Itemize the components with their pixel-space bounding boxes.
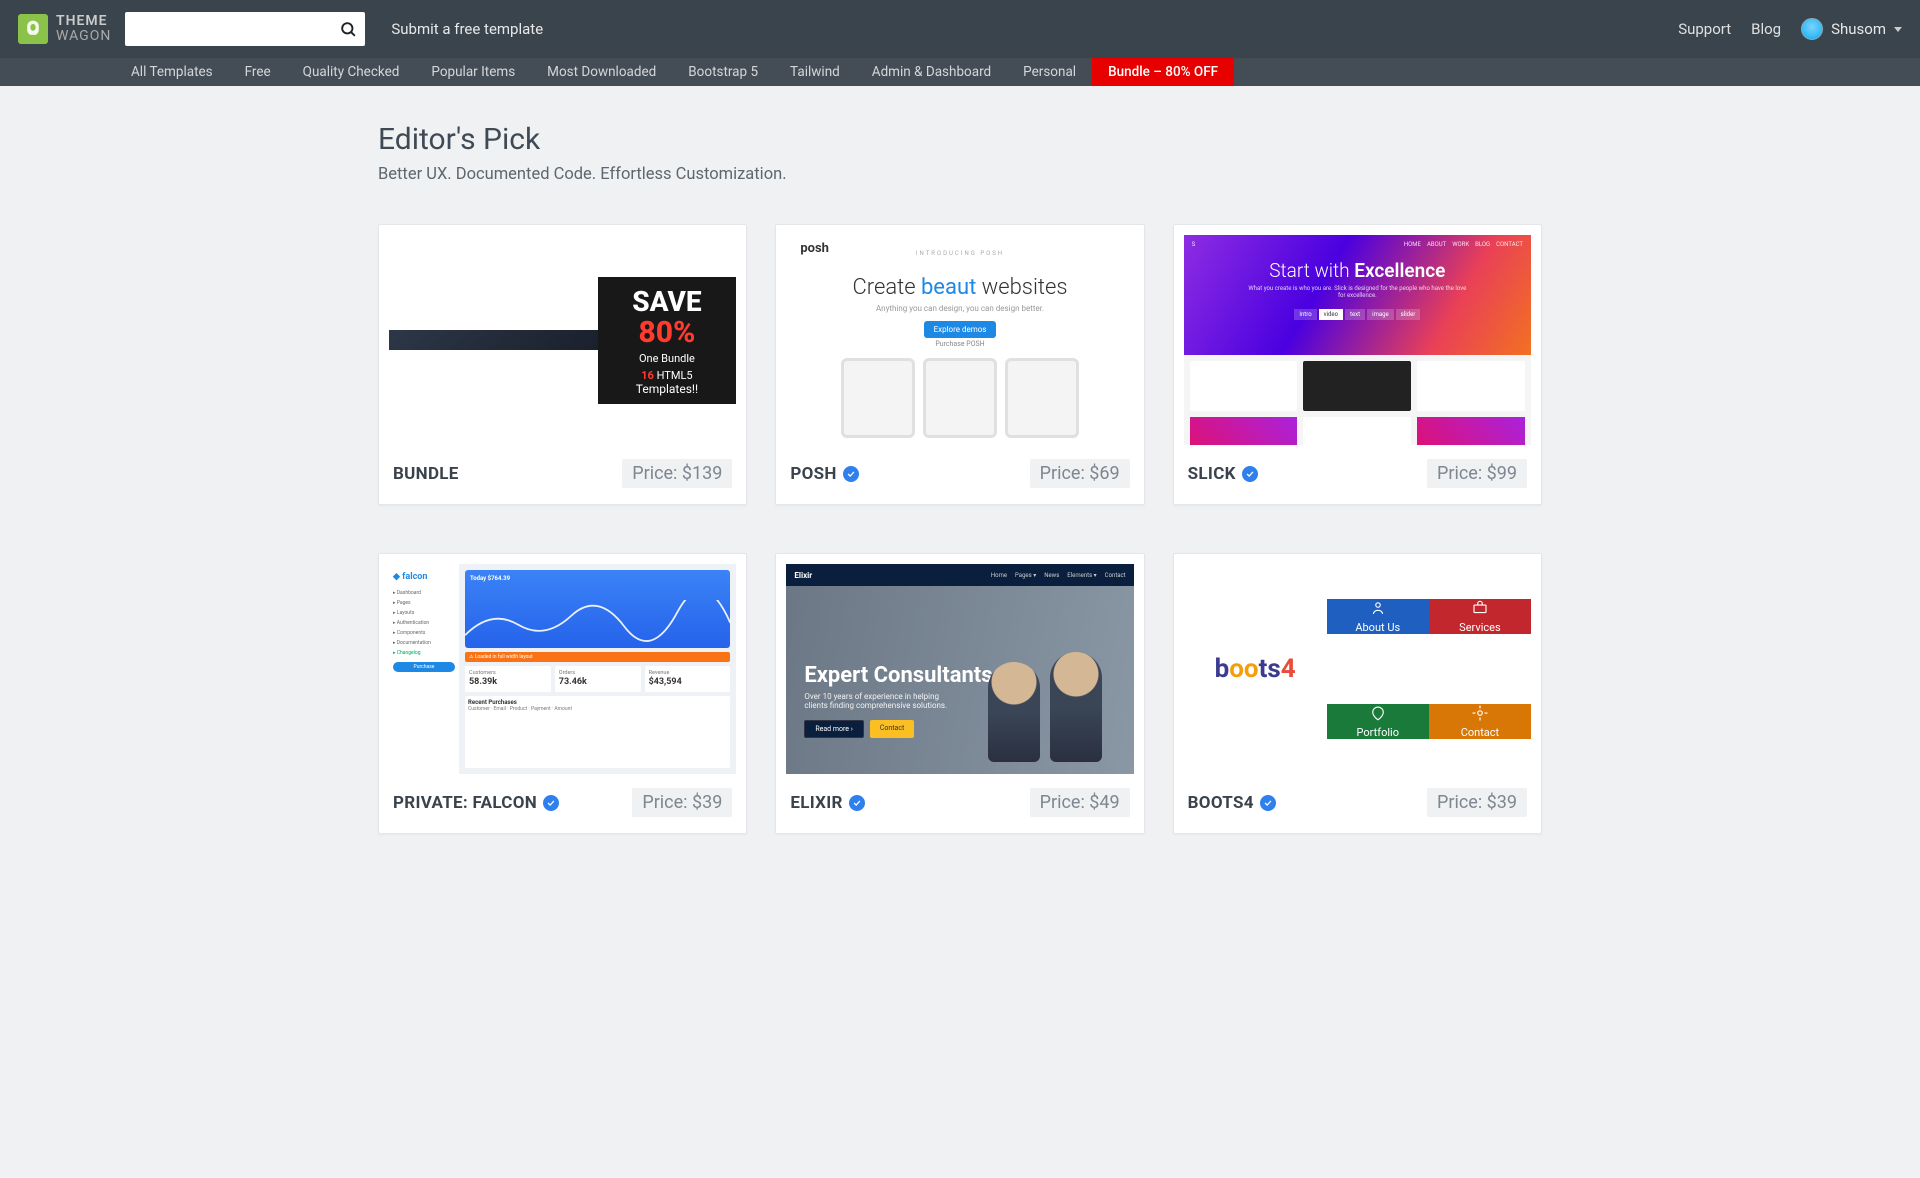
card-footer: BOOTS4 Price: $39 [1174,774,1541,833]
brand-mark-icon [18,14,48,44]
user-menu[interactable]: Shusom [1801,18,1902,40]
nav-item-7[interactable]: Admin & Dashboard [856,58,1007,86]
template-card[interactable]: ◆ falcon▸ Dashboard▸ Pages▸ Layouts▸ Aut… [378,553,747,834]
nav-item-9[interactable]: Bundle – 80% OFF [1092,58,1234,86]
template-card[interactable]: SHOMEABOUTWORKBLOGCONTACT Start with Exc… [1173,224,1542,505]
search-box [125,12,365,46]
nav-item-8[interactable]: Personal [1007,58,1092,86]
card-footer: PRIVATE: FALCON Price: $39 [379,774,746,833]
chevron-down-icon [1894,27,1902,32]
card-footer: POSH Price: $69 [776,445,1143,504]
avatar-icon [1801,18,1823,40]
nav-item-5[interactable]: Bootstrap 5 [672,58,774,86]
nav-item-1[interactable]: Free [229,58,287,86]
nav-item-4[interactable]: Most Downloaded [531,58,672,86]
template-card[interactable]: posh INTRODUCING POSH Create beaut websi… [775,224,1144,505]
template-price: Price: $99 [1427,459,1527,488]
template-name: SLICK [1188,464,1236,484]
search-icon[interactable] [331,20,365,39]
card-footer: ELIXIR Price: $49 [776,774,1143,833]
search-input[interactable] [125,21,331,37]
nav-item-6[interactable]: Tailwind [774,58,856,86]
verified-badge-icon [1260,795,1276,811]
nav-item-3[interactable]: Popular Items [415,58,531,86]
template-price: Price: $39 [632,788,732,817]
page-title: Editor's Pick [378,122,1542,157]
nav-item-0[interactable]: All Templates [115,58,229,86]
nav-item-2[interactable]: Quality Checked [287,58,416,86]
template-price: Price: $139 [622,459,732,488]
verified-badge-icon [843,466,859,482]
verified-badge-icon [1242,466,1258,482]
template-name: BOOTS4 [1188,793,1254,813]
card-footer: SLICK Price: $99 [1174,445,1541,504]
card-footer: BUNDLE Price: $139 [379,445,746,504]
template-price: Price: $49 [1030,788,1130,817]
template-name: ELIXIR [790,793,842,813]
verified-badge-icon [543,795,559,811]
brand-logo[interactable]: THEME WAGON [18,14,111,44]
support-link[interactable]: Support [1678,20,1731,38]
submit-template-link[interactable]: Submit a free template [391,20,543,38]
template-name: BUNDLE [393,464,459,484]
template-grid: SAVE80%One Bundle16 HTML5Templates!! BUN… [378,224,1542,834]
template-price: Price: $39 [1427,788,1527,817]
template-card[interactable]: ElixirHomePages ▾NewsElements ▾Contact E… [775,553,1144,834]
page-subtitle: Better UX. Documented Code. Effortless C… [378,165,1542,184]
template-name: POSH [790,464,836,484]
template-card[interactable]: boots4 About Us Services Portfolio Conta… [1173,553,1542,834]
template-card[interactable]: SAVE80%One Bundle16 HTML5Templates!! BUN… [378,224,747,505]
verified-badge-icon [849,795,865,811]
category-nav: All TemplatesFreeQuality CheckedPopular … [0,58,1920,86]
blog-link[interactable]: Blog [1751,20,1781,38]
top-header: THEME WAGON Submit a free template Suppo… [0,0,1920,58]
template-name: PRIVATE: FALCON [393,793,537,813]
user-name: Shusom [1831,20,1886,38]
template-price: Price: $69 [1030,459,1130,488]
brand-text: THEME WAGON [56,14,111,43]
main-content: Editor's Pick Better UX. Documented Code… [378,86,1542,874]
